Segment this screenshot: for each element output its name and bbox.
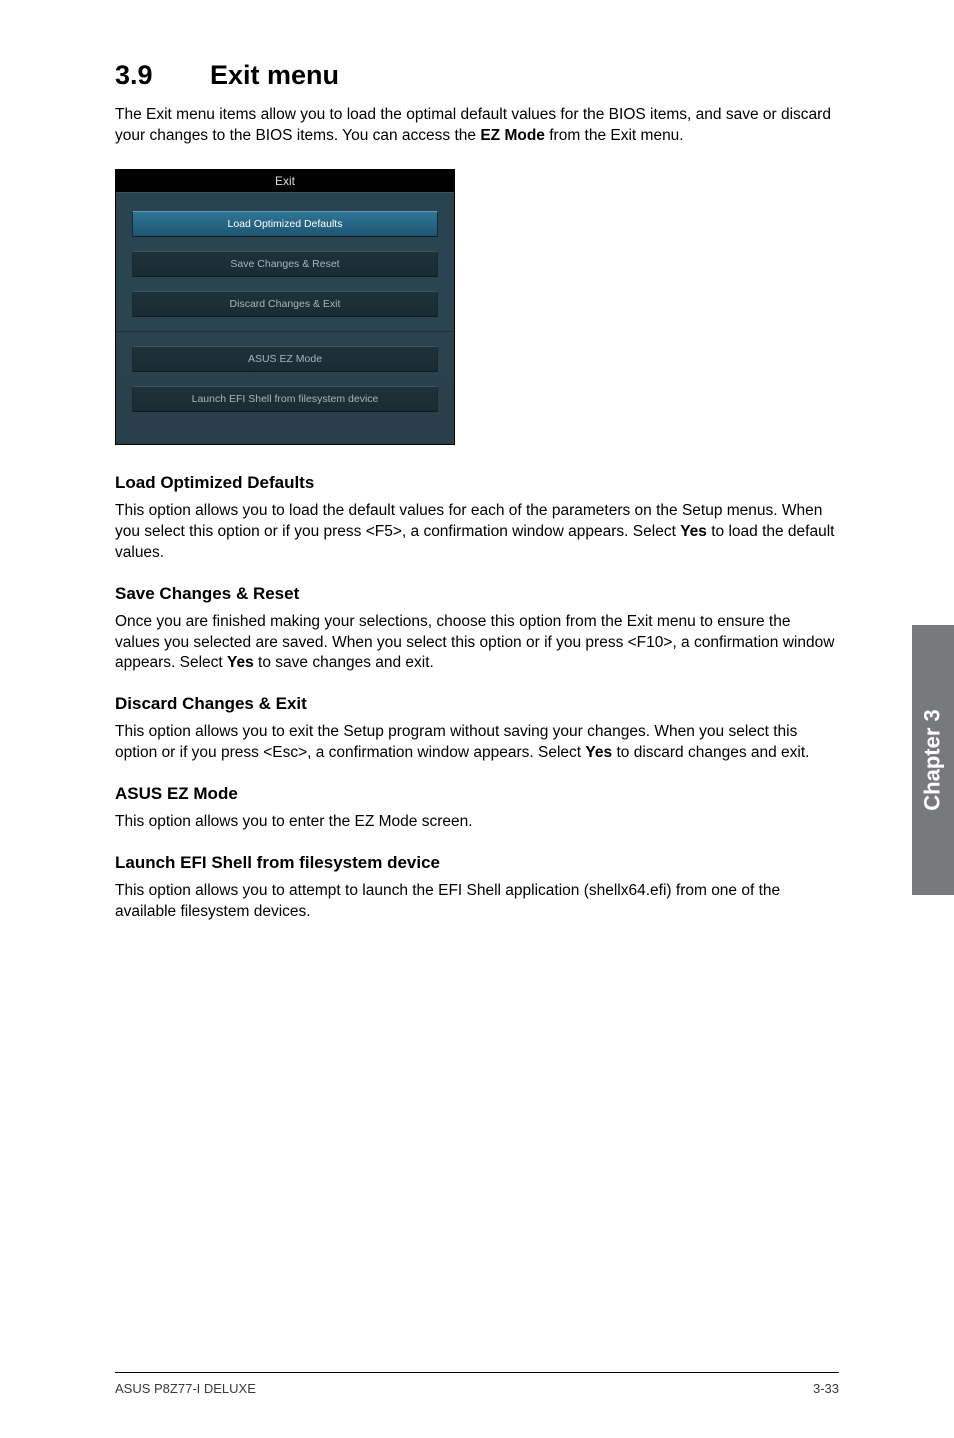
section-body-ez-mode: This option allows you to enter the EZ M… [115, 812, 839, 833]
section-body-launch-efi: This option allows you to attempt to lau… [115, 881, 839, 923]
section-body-save-reset: Once you are finished making your select… [115, 612, 839, 675]
section-title-save-reset: Save Changes & Reset [115, 584, 839, 604]
intro-text-bold: EZ Mode [480, 127, 545, 144]
bios-btn-ez-mode[interactable]: ASUS EZ Mode [132, 346, 438, 372]
chapter-side-tab: Chapter 3 [912, 625, 954, 895]
s3-post: to discard changes and exit. [612, 744, 809, 761]
page-heading: 3.9Exit menu [115, 60, 839, 91]
section-body-discard-exit: This option allows you to exit the Setup… [115, 722, 839, 764]
s2-post: to save changes and exit. [254, 654, 434, 671]
bios-btn-launch-efi[interactable]: Launch EFI Shell from filesystem device [132, 386, 438, 412]
bios-exit-panel: Exit Load Optimized Defaults Save Change… [115, 169, 455, 445]
section-title-launch-efi: Launch EFI Shell from filesystem device [115, 853, 839, 873]
section-title-ez-mode: ASUS EZ Mode [115, 784, 839, 804]
intro-text-after: from the Exit menu. [545, 127, 684, 144]
s2-pre: Once you are finished making your select… [115, 613, 834, 672]
s2-bold: Yes [227, 654, 254, 671]
heading-title: Exit menu [210, 60, 339, 90]
page-footer: ASUS P8Z77-I DELUXE 3-33 [115, 1372, 839, 1396]
section-body-load-defaults: This option allows you to load the defau… [115, 501, 839, 564]
section-title-discard-exit: Discard Changes & Exit [115, 694, 839, 714]
s3-bold: Yes [585, 744, 612, 761]
heading-number: 3.9 [115, 60, 210, 91]
intro-paragraph: The Exit menu items allow you to load th… [115, 105, 839, 147]
bios-btn-load-defaults[interactable]: Load Optimized Defaults [132, 211, 438, 237]
bios-btn-save-reset[interactable]: Save Changes & Reset [132, 251, 438, 277]
footer-right: 3-33 [813, 1381, 839, 1396]
intro-text-before: The Exit menu items allow you to load th… [115, 106, 831, 144]
footer-left: ASUS P8Z77-I DELUXE [115, 1381, 256, 1396]
bios-btn-discard-exit[interactable]: Discard Changes & Exit [132, 291, 438, 317]
s1-bold: Yes [680, 523, 707, 540]
bios-divider [116, 331, 454, 332]
section-title-load-defaults: Load Optimized Defaults [115, 473, 839, 493]
chapter-side-tab-label: Chapter 3 [920, 709, 946, 810]
bios-panel-title: Exit [116, 170, 454, 193]
